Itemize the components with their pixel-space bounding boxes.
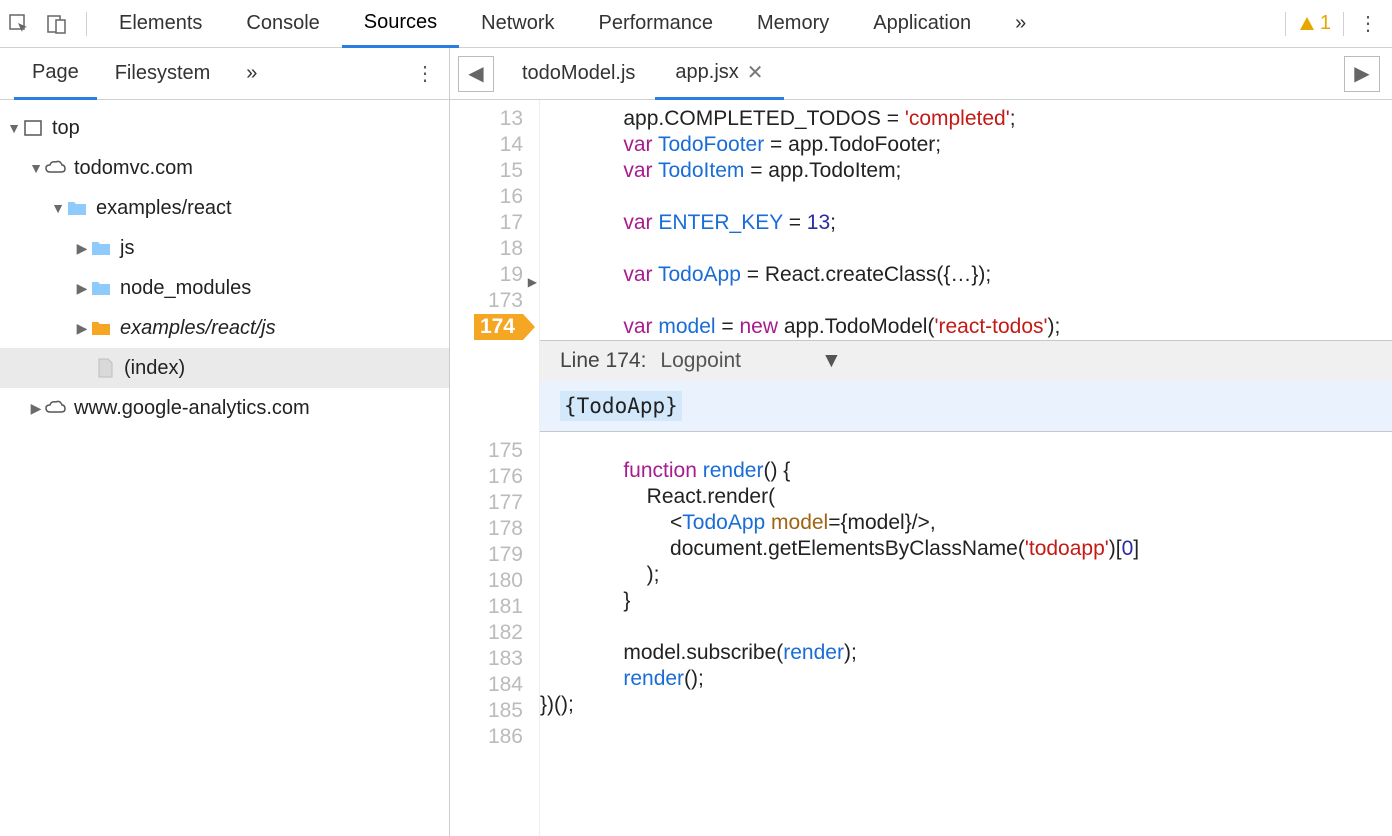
device-toggle-icon[interactable] [38, 0, 76, 48]
line-number[interactable]: 13 [450, 106, 523, 132]
line-number[interactable]: 175 [450, 438, 523, 464]
file-icon [94, 357, 116, 379]
tabs-overflow[interactable]: » [993, 0, 1048, 48]
line-number[interactable]: 16 [450, 184, 523, 210]
editor-tab-label: todoModel.js [522, 62, 635, 85]
folder-icon [90, 237, 112, 259]
line-number[interactable]: 182 [450, 620, 523, 646]
line-number[interactable]: 186 [450, 724, 523, 750]
editor-tab[interactable]: todoModel.js [502, 48, 655, 100]
tree-folder-sourcemap[interactable]: ▶ examples/react/js [0, 308, 449, 348]
line-number[interactable]: 181 [450, 594, 523, 620]
line-number[interactable]: 19▶ [450, 262, 523, 288]
navtab-page[interactable]: Page [14, 48, 97, 100]
inspect-icon[interactable] [0, 0, 38, 48]
toggle-sidebar-icon[interactable]: ▶ [1344, 56, 1380, 92]
tab-network[interactable]: Network [459, 0, 576, 48]
breakpoint-type-dropdown[interactable]: Logpoint ▼ [660, 348, 841, 374]
tree-label: examples/react [96, 197, 232, 220]
line-number[interactable]: 17 [450, 210, 523, 236]
line-number[interactable]: 15 [450, 158, 523, 184]
disclosure-icon: ▼ [28, 160, 44, 176]
breakpoint-expression-input[interactable]: {TodoApp} [540, 381, 1392, 431]
editor-tab-label: app.jsx [675, 61, 738, 84]
line-number[interactable]: 14 [450, 132, 523, 158]
line-number[interactable]: 183 [450, 646, 523, 672]
line-number[interactable]: 177 [450, 490, 523, 516]
line-number[interactable]: 178 [450, 516, 523, 542]
navigator-tabbar: Page Filesystem » ⋮ [0, 48, 449, 100]
code-content[interactable]: app.COMPLETED_TODOS = 'completed'; var T… [540, 100, 1392, 836]
tree-folder[interactable]: ▶ node_modules [0, 268, 449, 308]
editor-tabbar: ◀ todoModel.js app.jsx ✕ ▶ [450, 48, 1392, 100]
folder-icon [66, 197, 88, 219]
tree-folder[interactable]: ▼ examples/react [0, 188, 449, 228]
tree-domain[interactable]: ▶ www.google-analytics.com [0, 388, 449, 428]
line-gutter[interactable]: 13 14 15 16 17 18 19▶ 173 174 175 176 17… [450, 100, 540, 836]
cloud-icon [44, 157, 66, 179]
code-editor[interactable]: 13 14 15 16 17 18 19▶ 173 174 175 176 17… [450, 100, 1392, 836]
tab-elements[interactable]: Elements [97, 0, 224, 48]
tree-domain[interactable]: ▼ todomvc.com [0, 148, 449, 188]
line-number[interactable]: 180 [450, 568, 523, 594]
folder-icon [90, 317, 112, 339]
disclosure-icon: ▶ [28, 400, 44, 417]
expression-text: {TodoApp} [560, 391, 682, 421]
tab-sources[interactable]: Sources [342, 0, 459, 48]
warnings-count: 1 [1320, 12, 1331, 35]
line-number[interactable]: 18 [450, 236, 523, 262]
tree-label: js [120, 237, 134, 260]
disclosure-icon: ▶ [74, 240, 90, 257]
tree-label: www.google-analytics.com [74, 397, 310, 420]
disclosure-icon: ▼ [50, 200, 66, 216]
tree-folder[interactable]: ▶ js [0, 228, 449, 268]
tree-label: examples/react/js [120, 317, 276, 340]
main-area: Page Filesystem » ⋮ ▼ top ▼ todomvc.com … [0, 48, 1392, 836]
line-number[interactable]: 184 [450, 672, 523, 698]
fold-icon[interactable]: ▶ [528, 269, 537, 295]
tab-console[interactable]: Console [224, 0, 341, 48]
tree-label: (index) [124, 357, 185, 380]
tab-performance[interactable]: Performance [577, 0, 736, 48]
tab-memory[interactable]: Memory [735, 0, 851, 48]
frame-icon [22, 117, 44, 139]
chevron-down-icon: ▼ [821, 348, 842, 374]
file-tree: ▼ top ▼ todomvc.com ▼ examples/react ▶ j… [0, 100, 449, 428]
line-number[interactable]: 179 [450, 542, 523, 568]
disclosure-icon: ▶ [74, 320, 90, 337]
tree-label: top [52, 117, 80, 140]
line-number[interactable]: 173 [450, 288, 523, 314]
warnings-badge[interactable]: 1 [1285, 12, 1343, 36]
breakpoint-editor: Line 174: Logpoint ▼ {TodoApp} [540, 340, 1392, 432]
tree-frame-top[interactable]: ▼ top [0, 108, 449, 148]
folder-icon [90, 277, 112, 299]
line-number[interactable]: 176 [450, 464, 523, 490]
disclosure-icon: ▼ [6, 120, 22, 136]
navigator-menu-icon[interactable]: ⋮ [401, 61, 449, 86]
breakpoint-header: Line 174: Logpoint ▼ [540, 341, 1392, 381]
settings-menu-icon[interactable]: ⋮ [1343, 12, 1392, 36]
tree-file-index[interactable]: (index) [0, 348, 449, 388]
disclosure-icon: ▶ [74, 280, 90, 297]
tab-application[interactable]: Application [851, 0, 993, 48]
cloud-icon [44, 397, 66, 419]
line-number[interactable]: 185 [450, 698, 523, 724]
breakpoint-marker[interactable]: 174 [450, 314, 523, 340]
breakpoint-line-label: Line 174: [560, 348, 646, 374]
navigator-panel: Page Filesystem » ⋮ ▼ top ▼ todomvc.com … [0, 48, 450, 836]
tree-label: todomvc.com [74, 157, 193, 180]
history-back-icon[interactable]: ◀ [458, 56, 494, 92]
editor-tab[interactable]: app.jsx ✕ [655, 48, 783, 100]
close-icon[interactable]: ✕ [747, 60, 764, 85]
navtab-overflow[interactable]: » [228, 48, 275, 100]
devtools-tabbar: Elements Console Sources Network Perform… [0, 0, 1392, 48]
editor-panel: ◀ todoModel.js app.jsx ✕ ▶ 13 14 15 16 1… [450, 48, 1392, 836]
navtab-filesystem[interactable]: Filesystem [97, 48, 229, 100]
tree-label: node_modules [120, 277, 251, 300]
